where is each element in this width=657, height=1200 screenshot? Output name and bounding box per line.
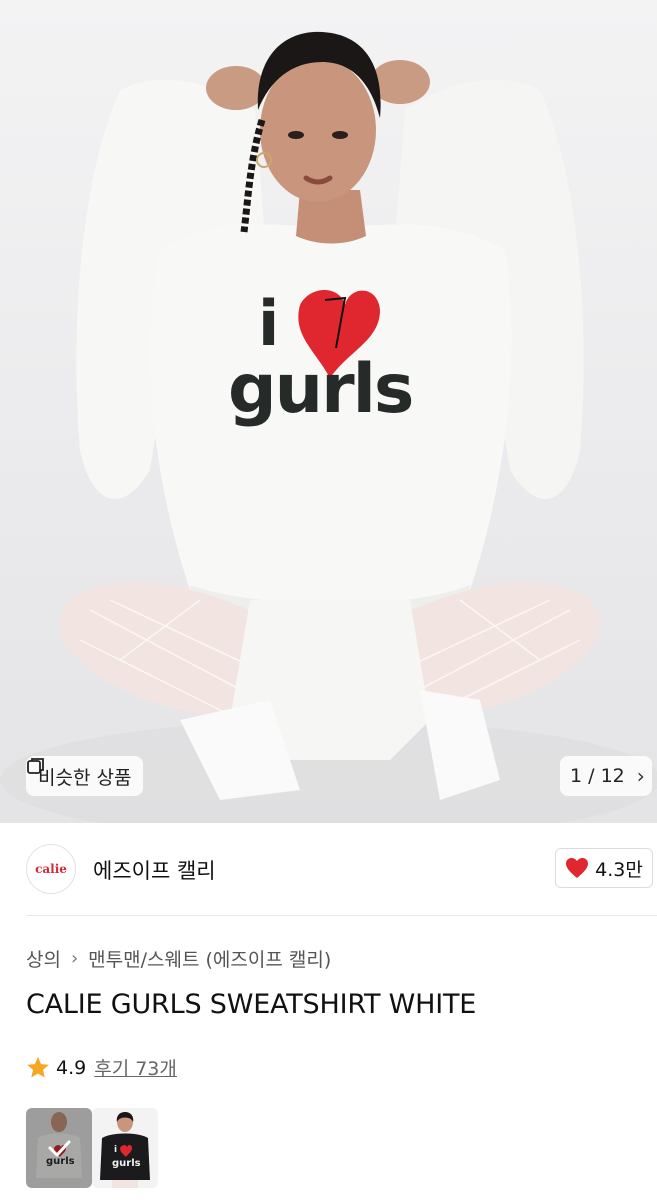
thumbnail-print-gurls: gurls [112,1158,141,1169]
like-button[interactable]: 4.3만 [555,848,653,888]
color-options: gurls i gurls [26,1108,158,1188]
similar-products-button[interactable]: 비슷한 상품 [26,756,144,796]
star-icon [27,1057,49,1078]
reviews-link[interactable]: 후기 73개 [94,1054,177,1081]
rating-score: 4.9 [56,1056,87,1079]
brand-logo[interactable]: calie [26,844,76,894]
chevron-right-icon: › [636,764,645,788]
similar-items-icon [27,758,44,774]
image-counter-text: 1 / 12 [570,765,625,787]
thumbnail-print-i: i [114,1145,117,1155]
color-option-black[interactable]: i gurls [92,1108,158,1188]
brand-logo-text: calie [35,862,67,876]
thumbnail-white: gurls [26,1108,92,1188]
thumbnail-black: i gurls [92,1108,158,1188]
color-option-white[interactable]: gurls [26,1108,92,1188]
chevron-right-icon: › [70,948,79,969]
heart-icon [566,858,589,878]
like-count: 4.3만 [595,858,643,881]
model-photo: i gurls [0,31,657,823]
product-title: CALIE GURLS SWEATSHIRT WHITE [26,989,477,1020]
print-word-gurls: gurls [228,350,412,429]
similar-products-label: 비슷한 상품 [38,766,132,789]
breadcrumb: 상의 › 맨투맨/스웨트 (에즈이프 캘리) [26,945,331,972]
rating-row: 4.9 후기 73개 [26,1054,177,1081]
divider [26,915,657,916]
brand-row: calie 에즈이프 캘리 4.3만 [0,823,657,915]
breadcrumb-category[interactable]: 상의 [26,945,61,972]
product-hero-image[interactable]: i gurls 비슷한 상품 1 / 12 › [0,0,657,823]
brand-name[interactable]: 에즈이프 캘리 [93,855,216,885]
breadcrumb-subcategory[interactable]: 맨투맨/스웨트 (에즈이프 캘리) [88,945,331,972]
image-counter-button[interactable]: 1 / 12 › [560,756,652,796]
